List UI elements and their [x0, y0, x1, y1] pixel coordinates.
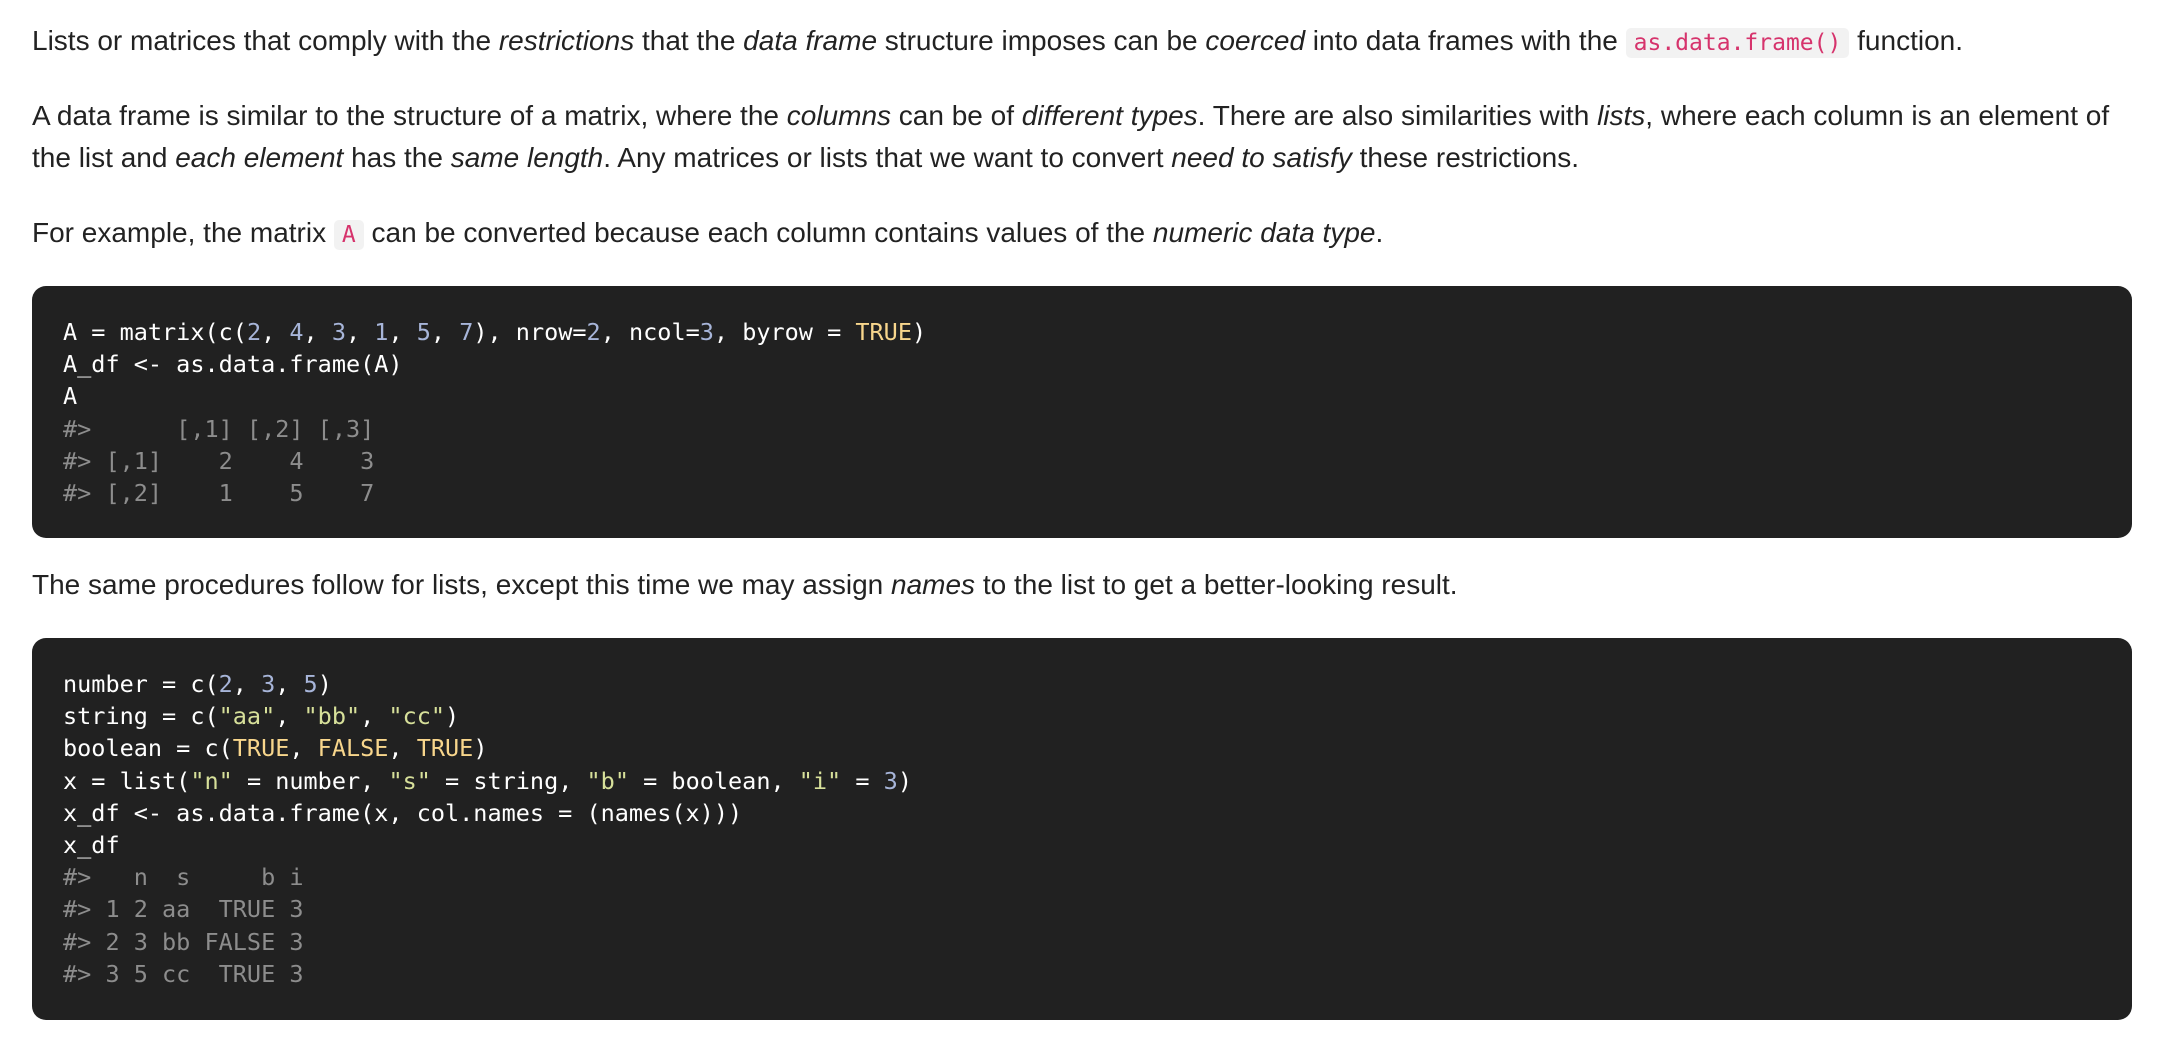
- document-page: Lists or matrices that comply with the r…: [0, 0, 2164, 1038]
- code-line: string = c("aa", "bb", "cc"): [63, 702, 460, 731]
- code-output-line: #> [,2] 1 5 7: [63, 478, 375, 507]
- text: has the: [343, 142, 451, 173]
- emphasis-lists: lists: [1597, 100, 1646, 131]
- inline-code-as-data-frame: as.data.frame(): [1625, 28, 1850, 58]
- emphasis-each-element: each element: [175, 142, 344, 173]
- code-output-line: #> n s b i: [63, 863, 304, 892]
- code-line: number = c(2, 3, 5): [63, 670, 332, 698]
- text: For example, the matrix: [32, 217, 334, 248]
- text: into data frames with the: [1305, 25, 1626, 56]
- code-output-line: #> [,1] 2 4 3: [63, 446, 375, 475]
- code-block-list[interactable]: number = c(2, 3, 5) string = c("aa", "bb"…: [32, 638, 2132, 1020]
- emphasis-names: names: [891, 569, 976, 600]
- text: to the list to get a better-looking resu…: [975, 569, 1458, 600]
- inline-code-matrix-a: A: [333, 220, 364, 250]
- code-line: A_df <- as.data.frame(A): [63, 350, 403, 379]
- text: .: [1375, 217, 1384, 248]
- code-line: A = matrix(c(2, 4, 3, 1, 5, 7), nrow=2, …: [63, 318, 927, 346]
- emphasis-columns: columns: [786, 100, 892, 131]
- code-line: x = list("n" = number, "s" = string, "b"…: [63, 766, 912, 795]
- code-content: A = matrix(c(2, 4, 3, 1, 5, 7), nrow=2, …: [63, 316, 2102, 509]
- emphasis-different-types: different types: [1021, 100, 1198, 131]
- text: . Any matrices or lists that we want to …: [603, 142, 1172, 173]
- emphasis-numeric-data-type: numeric data type: [1152, 217, 1376, 248]
- text: . There are also similarities with: [1197, 100, 1598, 131]
- text: Lists or matrices that comply with the: [32, 25, 499, 56]
- text: these restrictions.: [1351, 142, 1580, 173]
- code-output-line: #> [,1] [,2] [,3]: [63, 414, 375, 443]
- code-line: A: [63, 382, 78, 411]
- code-content: number = c(2, 3, 5) string = c("aa", "bb"…: [63, 668, 2102, 990]
- emphasis-same-length: same length: [450, 142, 604, 173]
- text: can be of: [891, 100, 1022, 131]
- code-block-matrix[interactable]: A = matrix(c(2, 4, 3, 1, 5, 7), nrow=2, …: [32, 286, 2132, 538]
- emphasis-data-frame: data frame: [743, 25, 878, 56]
- paragraph-lists-procedure: The same procedures follow for lists, ex…: [32, 564, 2142, 606]
- emphasis-restrictions: restrictions: [498, 25, 635, 56]
- text: structure imposes can be: [877, 25, 1206, 56]
- code-output-line: #> 3 5 cc TRUE 3: [63, 959, 304, 988]
- code-line: boolean = c(TRUE, FALSE, TRUE): [63, 734, 488, 763]
- paragraph-matrix-example: For example, the matrix A can be convert…: [32, 212, 2142, 256]
- text: A data frame is similar to the structure…: [32, 100, 787, 131]
- text: function.: [1849, 25, 1963, 56]
- text: that the: [634, 25, 744, 56]
- code-line: x_df: [63, 830, 120, 859]
- text: can be converted because each column con…: [363, 217, 1153, 248]
- text: The same procedures follow for lists, ex…: [32, 569, 892, 600]
- paragraph-data-frame-description: A data frame is similar to the structure…: [32, 95, 2142, 179]
- code-output-line: #> 2 3 bb FALSE 3: [63, 927, 304, 956]
- code-output-line: #> 1 2 aa TRUE 3: [63, 895, 304, 924]
- emphasis-coerced: coerced: [1205, 25, 1306, 56]
- code-line: x_df <- as.data.frame(x, col.names = (na…: [63, 798, 743, 827]
- emphasis-need-to-satisfy: need to satisfy: [1171, 142, 1352, 173]
- paragraph-coercion: Lists or matrices that comply with the r…: [32, 20, 2142, 64]
